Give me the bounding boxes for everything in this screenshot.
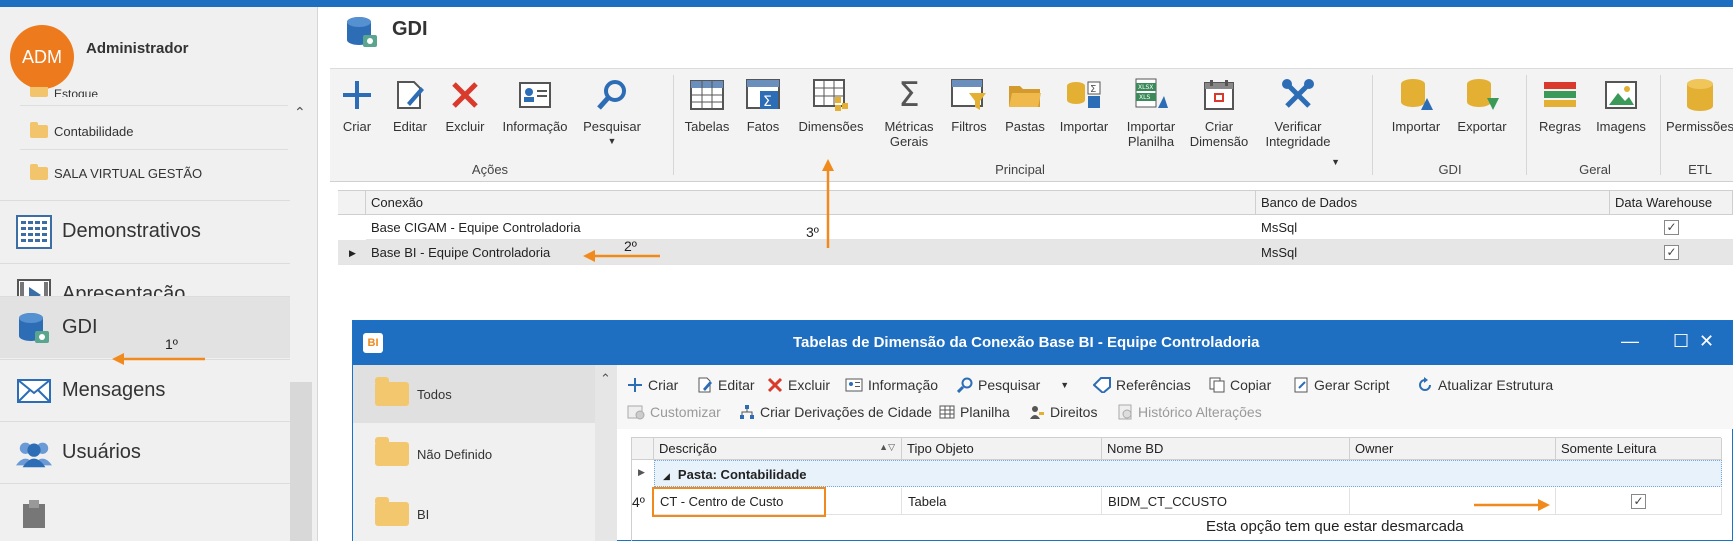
arrow-step-2-head [583, 250, 595, 262]
annotation-step-2: 2º [624, 238, 637, 254]
annotation-step-4: 4º [632, 494, 645, 510]
annotation-note: Esta opção tem que estar desmarcada [1206, 518, 1464, 535]
annotation-step-3: 3º [806, 224, 819, 240]
annotation-highlight-box [652, 487, 826, 517]
arrow-step-4-head [1538, 499, 1550, 511]
arrow-step-3-head [822, 159, 834, 171]
arrow-step-1-head [112, 353, 124, 365]
annotation-step-1: 1º [165, 336, 178, 352]
annotation-arrows [112, 159, 1550, 511]
